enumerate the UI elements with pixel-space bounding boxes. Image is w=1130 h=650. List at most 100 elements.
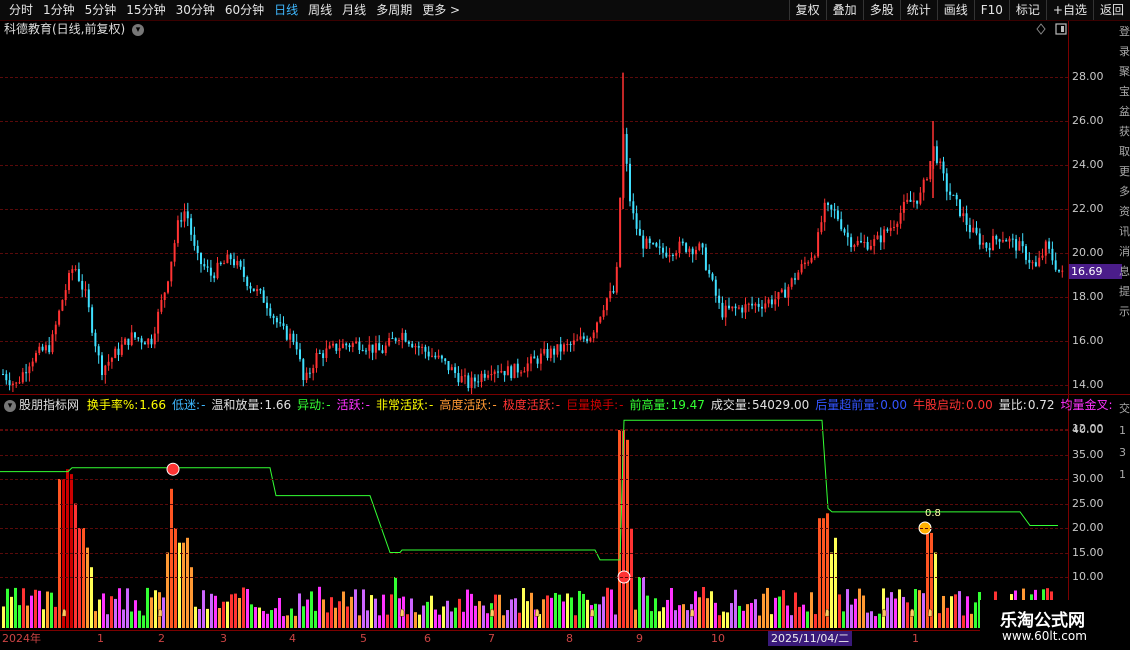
candle-body	[473, 377, 476, 382]
grid-line	[0, 454, 1068, 456]
volume-bar	[410, 598, 413, 628]
period-tab[interactable]: 15分钟	[121, 0, 170, 20]
action-button[interactable]: 画线	[936, 0, 974, 20]
current-price-tag: 16.69	[1069, 264, 1122, 279]
candle-body	[728, 305, 730, 309]
candle-body	[797, 272, 800, 280]
indicator-label: 非常活跃:	[375, 398, 428, 412]
volume-bar	[642, 577, 645, 628]
hand-pointer-icon	[909, 608, 915, 617]
volume-bar	[306, 599, 309, 628]
indicator-value: -	[429, 398, 434, 412]
volume-bar	[646, 595, 649, 628]
volume-bar	[854, 598, 857, 628]
candle-body	[869, 245, 872, 250]
volume-bar	[602, 596, 605, 628]
candle-body	[266, 302, 268, 309]
volume-bar	[782, 590, 785, 628]
indicator-label: 活跃:	[336, 398, 365, 412]
candle-body	[962, 213, 965, 217]
candle-body	[889, 227, 892, 231]
date-tick: 2024年	[2, 632, 41, 645]
action-button[interactable]: 返回	[1092, 0, 1130, 20]
candle-body	[302, 359, 305, 381]
indicator-tick: 20.00	[1072, 521, 1104, 534]
candle-body	[642, 235, 645, 249]
candle-body	[794, 278, 796, 280]
candle-body	[440, 355, 443, 359]
candle-body	[767, 299, 770, 304]
volume-bar	[758, 615, 761, 628]
candle-body	[510, 366, 513, 379]
volume-bar	[698, 597, 701, 628]
indicator-label: 温和放量:	[211, 398, 264, 412]
candle-body	[754, 303, 757, 306]
indicator-item: 极度活跃:-	[503, 398, 565, 412]
volume-bar	[98, 599, 101, 628]
candle-body	[678, 241, 681, 254]
candle-body	[635, 213, 638, 229]
candle-body	[5, 374, 8, 381]
candlestick-chart[interactable]	[0, 22, 1068, 394]
action-button[interactable]: 统计	[899, 0, 937, 20]
volume-bar	[818, 518, 821, 628]
volume-bar	[570, 597, 573, 628]
candle-body	[536, 358, 539, 364]
volume-bar	[282, 616, 285, 628]
period-tab[interactable]: 5分钟	[80, 0, 122, 20]
volume-bar	[378, 615, 381, 628]
period-tab[interactable]: 1分钟	[38, 0, 80, 20]
candle-body	[718, 295, 721, 303]
volume-bar	[390, 594, 393, 628]
volume-bar	[202, 590, 205, 628]
volume-bar	[58, 479, 61, 628]
volume-bar	[322, 599, 325, 628]
candle-body	[87, 289, 90, 308]
period-tab[interactable]: 60分钟	[220, 0, 269, 20]
volume-bar	[866, 612, 869, 628]
volume-bar	[154, 590, 157, 628]
candle-body	[110, 358, 113, 362]
action-button[interactable]: 多股	[862, 0, 900, 20]
candle-body	[289, 333, 292, 340]
action-button[interactable]: +自选	[1045, 0, 1093, 20]
indicator-label: 换手率%:	[86, 398, 139, 412]
volume-bar	[526, 601, 529, 628]
action-button[interactable]: F10	[973, 0, 1009, 20]
candle-body	[992, 235, 994, 251]
period-tab[interactable]: 日线	[269, 0, 303, 20]
volume-bar	[950, 596, 953, 628]
action-button[interactable]: 标记	[1008, 0, 1046, 20]
volume-bar	[222, 601, 225, 628]
period-tab[interactable]: 多周期	[371, 0, 417, 20]
candle-body	[1041, 255, 1044, 258]
indicator-tick: 25.00	[1072, 496, 1104, 510]
chevron-down-icon[interactable]: ▾	[4, 399, 16, 412]
period-tab[interactable]: 30分钟	[171, 0, 220, 20]
indicator-value: 19.47	[670, 398, 705, 412]
candle-body	[747, 303, 750, 305]
volume-bar	[374, 598, 377, 628]
candle-body	[308, 372, 311, 374]
action-button[interactable]: 复权	[788, 0, 826, 20]
period-tab[interactable]: 更多 >	[417, 0, 465, 20]
candle-body	[183, 211, 186, 222]
candle-body	[487, 375, 490, 378]
candle-body	[1044, 241, 1047, 256]
volume-bar	[654, 598, 657, 628]
volume-bar	[858, 588, 861, 628]
period-tab[interactable]: 周线	[303, 0, 337, 20]
period-tab[interactable]: 月线	[337, 0, 371, 20]
candle-body	[454, 367, 457, 374]
volume-bar	[426, 601, 429, 628]
price-tick: 22.00	[1072, 202, 1104, 215]
volume-indicator-chart[interactable]: 0.8	[0, 413, 1068, 628]
action-button[interactable]: 叠加	[825, 0, 863, 20]
period-tab[interactable]: 分时	[4, 0, 38, 20]
candle-body	[120, 344, 123, 355]
volume-bar	[258, 607, 261, 628]
candle-body	[332, 343, 334, 346]
volume-bar	[218, 608, 221, 628]
candle-body	[424, 346, 427, 352]
volume-bar	[650, 611, 653, 628]
